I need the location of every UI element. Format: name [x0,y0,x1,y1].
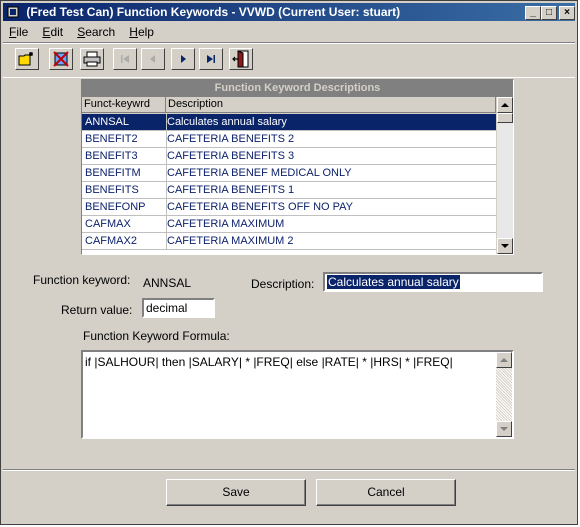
arrow-up-icon [500,358,508,362]
previous-record-button[interactable] [141,48,165,70]
minimize-button[interactable]: _ [525,6,541,20]
cell-keyword: CAFMAX [85,218,131,230]
grid-header: Funct-keywrd Description [82,97,496,113]
cancel-button[interactable]: Cancel [316,479,456,506]
table-row[interactable]: CAFMAX2 CAFETERIA MAXIMUM 2 [82,233,496,250]
arrow-up-icon [501,103,509,107]
new-folder-icon [18,52,33,66]
function-keyword-label: Function keyword: [33,273,131,287]
footer-divider [3,469,575,471]
table-row[interactable]: BENEFIT3 CAFETERIA BENEFITS 3 [82,148,496,165]
next-record-button[interactable] [171,48,195,70]
function-keyword-grid: Function Keyword Descriptions Funct-keyw… [81,79,514,255]
function-keyword-value: ANNSAL [143,276,192,290]
cell-description: Calculates annual salary [166,114,496,130]
cell-description: CAFETERIA BENEFITS 3 [166,148,496,164]
delete-button[interactable] [49,48,73,70]
formula-scroll-down-button[interactable] [496,421,512,437]
cell-description: CAFETERIA BENEF MEDICAL ONLY [166,165,496,181]
last-record-button[interactable] [199,48,223,70]
column-header-keyword[interactable]: Funct-keywrd [82,97,166,113]
formula-value: if |SALHOUR| then |SALARY| * |FREQ| else… [85,355,453,369]
table-row[interactable]: CAFMAX CAFETERIA MAXIMUM [82,216,496,233]
last-record-icon [207,55,215,63]
menu-file[interactable]: File [3,23,33,39]
delete-icon [53,51,69,67]
first-record-icon [121,55,129,63]
exit-door-icon [232,50,249,68]
description-value: Calculates annual salary [327,275,460,289]
grid-body: ANNSAL Calculates annual salary BENEFIT2 C… [82,114,496,254]
toolbar [3,42,575,78]
next-record-icon [181,55,186,63]
table-row[interactable]: ANNSAL Calculates annual salary [82,114,496,131]
arrow-down-icon [501,244,509,248]
window-title: (Fred Test Can) Function Keywords - VVWD… [26,5,401,19]
return-value-label: Return value: [61,303,133,317]
menu-edit[interactable]: Edit [36,23,68,39]
formula-textarea[interactable]: if |SALHOUR| then |SALARY| * |FREQ| else… [81,350,514,439]
description-label: Description: [251,277,315,291]
menu-help-accel: H [129,25,138,39]
menu-file-label: ile [16,25,29,39]
cell-keyword: BENEFONP [85,201,146,213]
grid-caption: Function Keyword Descriptions [82,80,513,97]
table-row[interactable]: BENEFITM CAFETERIA BENEF MEDICAL ONLY [82,165,496,182]
cell-description: CAFETERIA BENEFITS 2 [166,131,496,147]
scroll-thumb[interactable] [497,113,513,123]
cell-description: CAFETERIA BENEFITS 1 [166,182,496,198]
formula-label: Function Keyword Formula: [83,329,230,343]
cell-description: CAFETERIA MAXIMUM 2 [166,233,496,249]
arrow-down-icon [500,427,508,431]
scroll-down-button[interactable] [497,238,513,254]
cell-keyword: ANNSAL [85,116,130,128]
cell-description: CAFETERIA BENEFITS OFF NO PAY [166,199,496,215]
formula-scroll-up-button[interactable] [496,352,512,368]
menu-edit-label: dit [50,25,64,39]
save-button[interactable]: Save [166,479,306,506]
app-icon [7,6,19,18]
return-value-field[interactable]: decimal [142,298,215,318]
print-button[interactable] [80,48,104,70]
maximize-button[interactable]: □ [541,6,557,20]
menu-help[interactable]: Help [123,23,159,39]
menu-bar: File Edit Search Help [3,23,575,41]
table-row[interactable]: BENEFITS CAFETERIA BENEFITS 1 [82,182,496,199]
cell-keyword: BENEFIT3 [85,150,138,162]
cell-description: CAFETERIA MAXIMUM [166,216,496,232]
menu-search[interactable]: Search [71,23,120,39]
exit-button[interactable] [229,48,253,70]
main-window: (Fred Test Can) Function Keywords - VVWD… [0,0,578,525]
cell-keyword: BENEFITS [85,184,139,196]
print-icon [83,51,101,67]
new-button[interactable] [15,48,39,70]
cell-keyword: CAFMAX2 [85,235,137,247]
table-row[interactable]: BENEFIT2 CAFETERIA BENEFITS 2 [82,131,496,148]
cell-keyword: BENEFITM [85,167,141,179]
menu-help-label: elp [137,25,154,39]
column-header-description[interactable]: Description [166,97,496,113]
formula-vertical-scrollbar[interactable] [496,352,512,437]
menu-search-label: earch [85,25,116,39]
scroll-up-button[interactable] [497,97,513,113]
close-button[interactable]: × [559,6,575,20]
table-row[interactable]: BENEFONP CAFETERIA BENEFITS OFF NO PAY [82,199,496,216]
menu-search-accel: S [77,25,86,39]
description-field[interactable]: Calculates annual salary [323,272,543,292]
title-bar[interactable]: (Fred Test Can) Function Keywords - VVWD… [3,3,575,21]
first-record-button[interactable] [113,48,137,70]
grid-vertical-scrollbar[interactable] [497,97,513,254]
previous-record-icon [150,55,155,63]
cell-keyword: BENEFIT2 [85,133,138,145]
